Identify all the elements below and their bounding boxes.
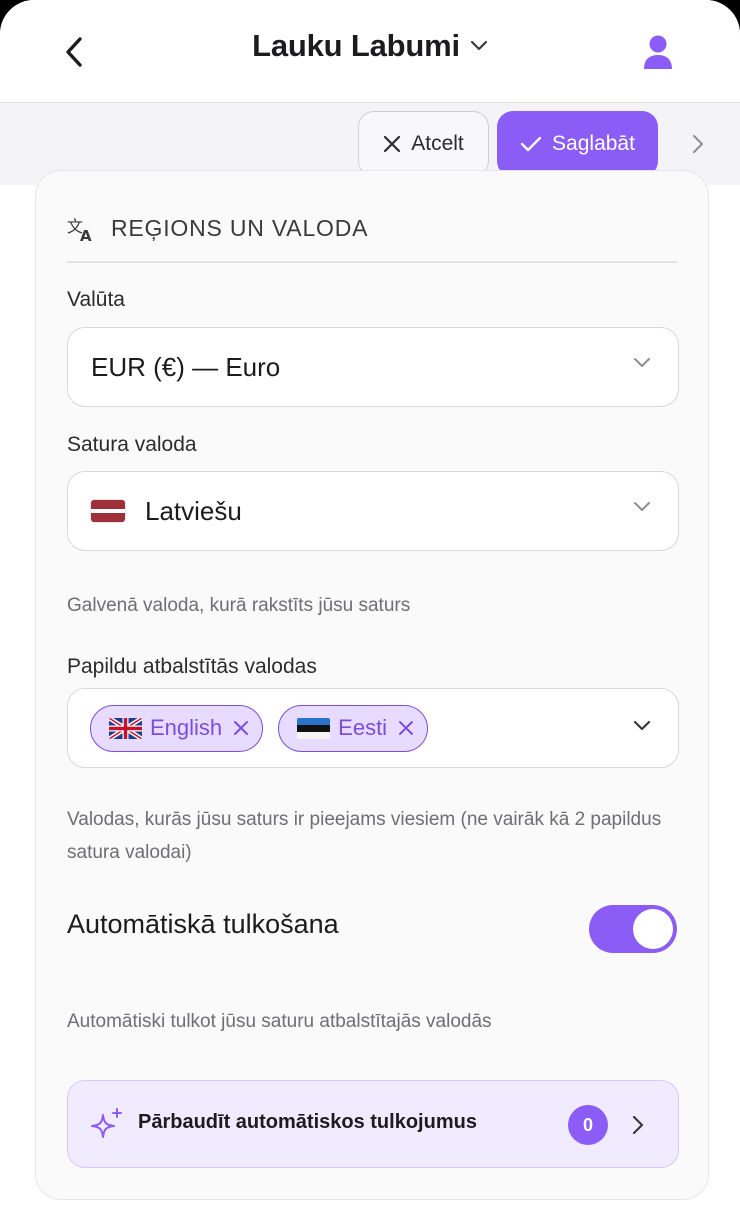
chevron-right-icon <box>632 1115 644 1135</box>
review-translations-label: Pārbaudīt automātiskos tulkojumus <box>138 1111 477 1133</box>
additional-languages-select[interactable]: English Eesti <box>67 688 679 768</box>
uk-flag-icon <box>109 717 142 739</box>
cancel-button-label: Atcelt <box>411 132 464 155</box>
chevron-down-icon <box>634 358 650 367</box>
close-icon <box>384 135 401 153</box>
content-language-select[interactable]: Latviešu <box>67 471 679 551</box>
user-icon <box>644 35 672 69</box>
page-title: Lauku Labumi <box>252 28 460 63</box>
save-button[interactable]: Saglabāt <box>497 111 658 177</box>
store-switcher[interactable]: Lauku Labumi <box>0 28 740 64</box>
auto-translate-toggle[interactable] <box>589 905 677 953</box>
close-icon[interactable] <box>395 717 417 739</box>
content-language-helper: Galvenā valoda, kurā rakstīts jūsu satur… <box>67 595 411 616</box>
currency-select[interactable]: EUR (€) — Euro <box>67 327 679 407</box>
language-chip-label: English <box>150 715 223 740</box>
language-chip-label: Eesti <box>338 715 388 740</box>
region-language-card: 文 A REĢIONS UN VALODA Valūta EUR (€) — E… <box>35 170 709 1200</box>
chevron-down-icon <box>470 40 487 51</box>
section-title: REĢIONS UN VALODA <box>111 215 369 241</box>
review-count-badge: 0 <box>568 1105 608 1145</box>
chevron-down-icon <box>634 502 650 511</box>
toggle-knob <box>633 909 673 949</box>
sparkles-icon <box>91 1108 122 1138</box>
screen: Lauku Labumi Atcelt Saglabāt 文 A REĢIONS… <box>0 0 740 1212</box>
save-button-label: Saglabāt <box>552 132 635 155</box>
svg-text:A: A <box>80 227 92 242</box>
chevron-down-icon <box>633 720 651 731</box>
close-icon[interactable] <box>230 717 252 739</box>
profile-button[interactable] <box>636 30 680 74</box>
divider <box>67 261 677 263</box>
translate-icon: 文 A <box>67 217 92 242</box>
review-translations-button[interactable]: Pārbaudīt automātiskos tulkojumus 0 <box>67 1080 679 1168</box>
additional-languages-label: Papildu atbalstītās valodas <box>67 655 317 678</box>
estonia-flag-icon <box>297 717 331 739</box>
language-chip-english[interactable]: English <box>90 704 264 752</box>
latvia-flag-icon <box>91 500 125 522</box>
section-header: 文 A REĢIONS UN VALODA <box>67 215 368 242</box>
currency-value: EUR (€) — Euro <box>91 351 281 382</box>
check-icon <box>520 136 542 152</box>
app-header: Lauku Labumi <box>0 0 740 103</box>
toolbar-scroll-right-button[interactable] <box>684 129 712 159</box>
content-language-value: Latviešu <box>145 495 242 526</box>
auto-translate-helper: Automātiski tulkot jūsu saturu atbalstīt… <box>67 1011 492 1032</box>
currency-label: Valūta <box>67 288 125 311</box>
cancel-button[interactable]: Atcelt <box>358 111 489 177</box>
additional-languages-helper: Valodas, kurās jūsu saturs ir pieejams v… <box>67 809 662 863</box>
auto-translate-label: Automātiskā tulkošana <box>67 909 339 939</box>
language-chip-estonian[interactable]: Eesti <box>278 704 429 752</box>
chevron-right-icon <box>693 135 703 153</box>
content-language-label: Satura valoda <box>67 433 197 456</box>
